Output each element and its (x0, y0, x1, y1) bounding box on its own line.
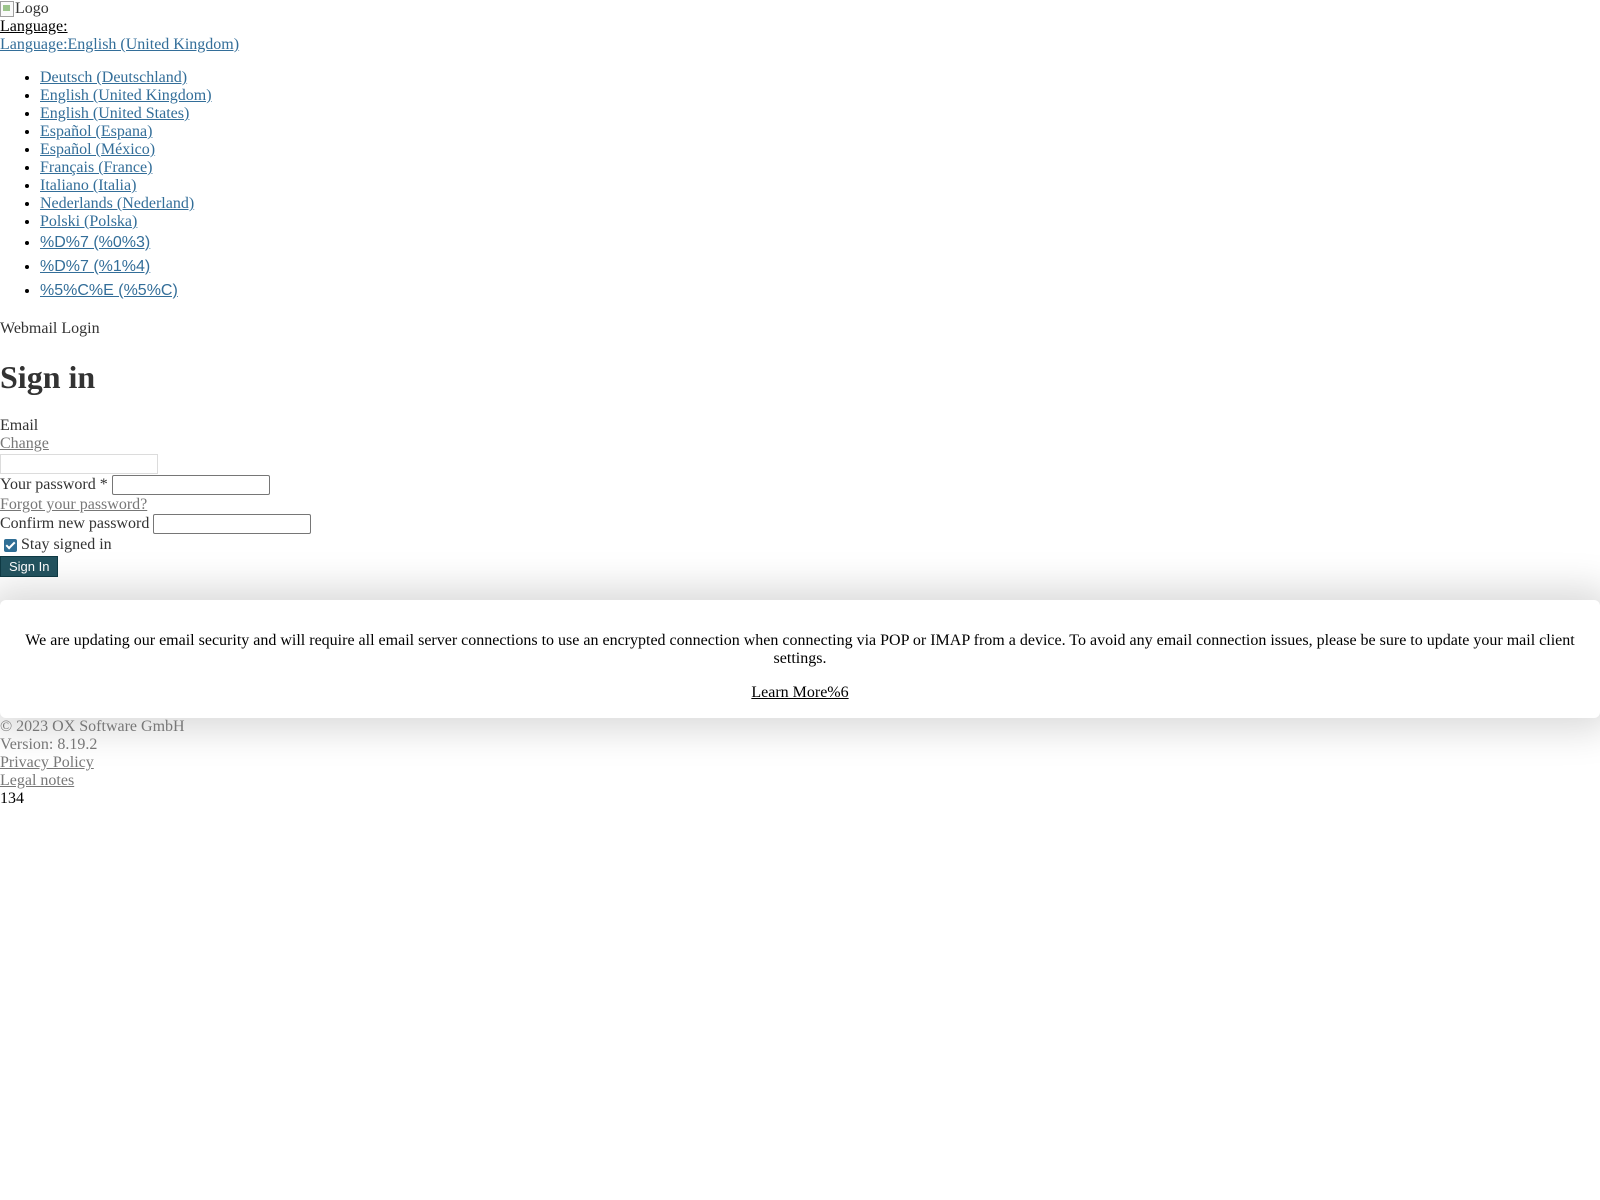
language-item: English (United Kingdom) (40, 87, 212, 105)
language-item: English (United States) (40, 105, 212, 123)
password-label: Your password * (0, 476, 108, 493)
page-title: Sign in (0, 359, 96, 395)
language-item: Français (France) (40, 159, 212, 177)
language-option-encoded-3[interactable]: %5%C%E (%5%C) (40, 282, 178, 299)
logo-alt-text: Logo (15, 0, 49, 17)
security-notice-banner: We are updating our email security and w… (0, 600, 1600, 718)
confirm-password-row: Confirm new password (0, 513, 312, 535)
privacy-policy-link[interactable]: Privacy Policy (0, 754, 94, 772)
language-option-encoded-2[interactable]: %D%7 (%1%4) (40, 258, 150, 275)
broken-image-icon (0, 1, 14, 17)
product-title: Webmail Login (0, 320, 100, 337)
language-item: Español (Espana) (40, 123, 212, 141)
password-field[interactable] (111, 475, 270, 495)
email-label: Email (0, 417, 39, 434)
language-option-nl-nl[interactable]: Nederlands (Nederland) (40, 195, 194, 212)
language-item: Nederlands (Nederland) (40, 195, 212, 213)
email-field[interactable] (0, 454, 158, 474)
language-option-es-es[interactable]: Español (Espana) (40, 123, 152, 140)
legal-notes-link[interactable]: Legal notes (0, 772, 74, 790)
password-row: Your password * (0, 474, 270, 496)
language-item: %D%7 (%0%3) (40, 231, 212, 255)
language-current-value: English (United Kingdom) (67, 36, 240, 53)
language-list: Deutsch (Deutschland) English (United Ki… (0, 69, 212, 303)
forgot-password-link[interactable]: Forgot your password? (0, 496, 147, 514)
stay-signed-in-checkbox[interactable] (4, 538, 17, 552)
language-current-prefix: Language: (0, 36, 68, 53)
language-option-pl-pl[interactable]: Polski (Polska) (40, 213, 137, 230)
confirm-password-field[interactable] (153, 514, 312, 534)
language-dropdown-toggle[interactable]: Language:English (United Kingdom) (0, 36, 239, 54)
language-option-fr-fr[interactable]: Français (France) (40, 159, 152, 176)
language-option-es-mx[interactable]: Español (México) (40, 141, 155, 158)
security-notice-text: We are updating our email security and w… (25, 632, 1575, 667)
language-item: %D%7 (%1%4) (40, 255, 212, 279)
language-item: Italiano (Italia) (40, 177, 212, 195)
stay-signed-in-label: Stay signed in (21, 536, 112, 553)
language-item: Deutsch (Deutschland) (40, 69, 212, 87)
footer-version: Version: 8.19.2 (0, 736, 98, 753)
confirm-password-label: Confirm new password (0, 515, 150, 532)
stay-signed-in-row: Stay signed in (0, 536, 112, 554)
language-option-encoded-1[interactable]: %D%7 (%0%3) (40, 234, 150, 251)
change-email-link[interactable]: Change (0, 435, 49, 453)
language-label-link[interactable]: Language: (0, 18, 68, 36)
language-option-en-us[interactable]: English (United States) (40, 105, 189, 122)
language-item: Polski (Polska) (40, 213, 212, 231)
language-option-it-it[interactable]: Italiano (Italia) (40, 177, 136, 194)
language-option-de-de[interactable]: Deutsch (Deutschland) (40, 69, 187, 86)
language-item: Español (México) (40, 141, 212, 159)
footer-copyright: © 2023 OX Software GmbH (0, 718, 185, 735)
logo: Logo (0, 0, 49, 18)
language-option-en-gb[interactable]: English (United Kingdom) (40, 87, 212, 104)
sign-in-button[interactable]: Sign In (0, 556, 59, 577)
learn-more-link[interactable]: Learn More%6 (751, 684, 848, 702)
footer-counter: 134 (0, 790, 24, 807)
language-item: %5%C%E (%5%C) (40, 279, 212, 303)
